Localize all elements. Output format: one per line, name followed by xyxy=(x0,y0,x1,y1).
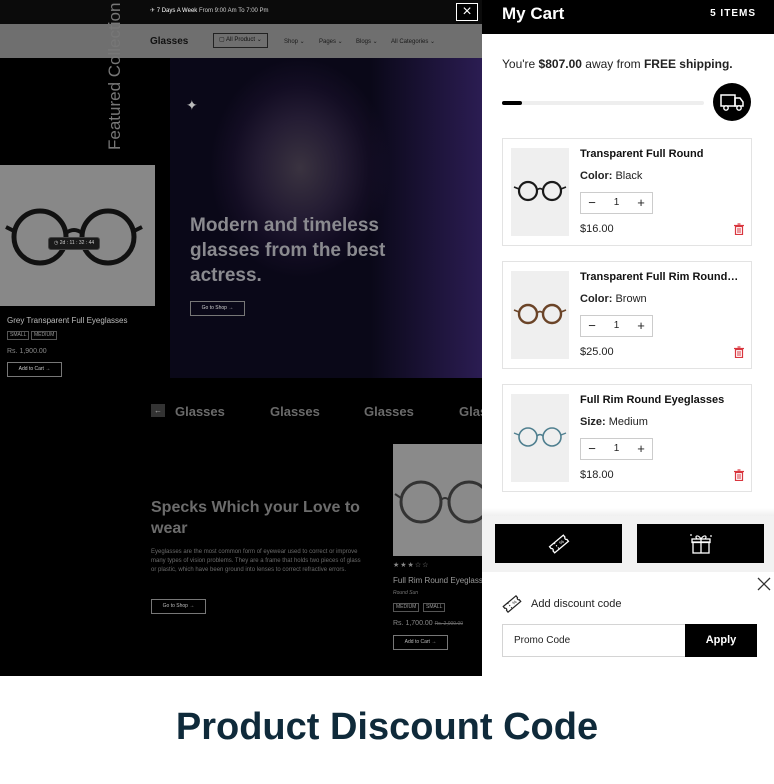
featured-product-image[interactable]: ◷ 2d : 11 : 32 : 44 xyxy=(0,165,155,306)
quantity-stepper: − 1 + xyxy=(580,192,653,214)
nav-pages[interactable]: Pages ⌄ xyxy=(319,38,343,45)
brand-logo: Glasses xyxy=(364,404,414,419)
brand-logo: Glas xyxy=(459,404,482,419)
featured-collection-heading: Featured Collection xyxy=(105,2,124,150)
hero-shop-button[interactable]: Go to Shop → xyxy=(190,301,245,316)
sparkle-icon: ✦ xyxy=(186,97,198,113)
announcement-text: ✈ 7 Days A Week From 9:00 Am To 7:00 Pm xyxy=(150,8,269,14)
glasses-icon xyxy=(394,480,482,524)
add-to-cart-button[interactable]: Add to Cart → xyxy=(7,362,62,377)
trash-icon[interactable] xyxy=(733,346,745,358)
specks-description: Eyeglasses are the most common form of e… xyxy=(151,549,361,573)
countdown-timer: ◷ 2d : 11 : 32 : 44 xyxy=(48,237,101,250)
specks-heading: Specks Which your Love to wear xyxy=(151,499,360,537)
discount-code-button[interactable]: % xyxy=(495,524,622,563)
decrease-quantity-button[interactable]: − xyxy=(581,193,603,213)
quantity-stepper: − 1 + xyxy=(580,438,653,460)
featured-product-price: Rs. 1,900.00 xyxy=(7,348,47,355)
quantity-value[interactable]: 1 xyxy=(603,439,630,459)
brand-logo: Glasses xyxy=(175,404,225,419)
close-icon[interactable] xyxy=(756,576,772,592)
hero-banner: Modern and timeless glasses from the bes… xyxy=(170,58,482,378)
cart-item: Transparent Full Rim Round Eyeglasses Co… xyxy=(502,261,752,369)
quantity-stepper: − 1 + xyxy=(580,315,653,337)
cart-item-price: $16.00 xyxy=(580,223,614,235)
cart-item: Full Rim Round Eyeglasses Size: Medium −… xyxy=(502,384,752,492)
brand-logo: Glasses xyxy=(270,404,320,419)
size-tag[interactable]: SMALL xyxy=(423,603,446,612)
increase-quantity-button[interactable]: + xyxy=(630,439,652,459)
store-logo[interactable]: Glasses xyxy=(150,36,188,47)
product-thumbnail[interactable] xyxy=(511,148,569,236)
coupon-icon: % xyxy=(548,533,569,554)
decrease-quantity-button[interactable]: − xyxy=(581,316,603,336)
quantity-value[interactable]: 1 xyxy=(603,316,630,336)
product-subtitle: Round Sun xyxy=(393,590,419,596)
free-shipping-message: You're $807.00 away from FREE shipping. xyxy=(502,57,733,71)
discount-code-panel: % Add discount code Apply xyxy=(482,572,774,676)
glasses-icon xyxy=(5,208,143,266)
cart-item-count: 5 ITEMS xyxy=(710,8,756,19)
featured-product-name[interactable]: Grey Transparent Full Eyeglasses xyxy=(7,316,128,325)
increase-quantity-button[interactable]: + xyxy=(630,316,652,336)
coupon-icon: % xyxy=(502,594,522,614)
close-icon[interactable]: × xyxy=(456,3,478,21)
product-name[interactable]: Full Rim Round Eyeglasses xyxy=(393,576,482,585)
cart-action-row: % xyxy=(482,516,774,572)
glasses-icon xyxy=(513,427,567,447)
cart-header: My Cart 5 ITEMS xyxy=(482,0,774,34)
increase-quantity-button[interactable]: + xyxy=(630,193,652,213)
product-price: Rs. 1,700.00 Rs. 2,000.00 xyxy=(393,620,464,627)
add-to-cart-button[interactable]: Add to Cart → xyxy=(393,635,448,650)
apply-button[interactable]: Apply xyxy=(685,624,757,657)
cart-item-name[interactable]: Transparent Full Round xyxy=(580,148,740,160)
product-image[interactable] xyxy=(393,444,482,556)
cart-item-name[interactable]: Transparent Full Rim Round Eyeglasses xyxy=(580,271,740,283)
cart-item-variant: Color: Black xyxy=(580,170,643,182)
glasses-icon xyxy=(513,303,567,325)
discount-code-label: Add discount code xyxy=(531,598,622,610)
shipping-progress-bar xyxy=(502,101,704,105)
product-thumbnail[interactable] xyxy=(511,394,569,482)
promo-code-input[interactable] xyxy=(502,624,686,657)
size-tag[interactable]: MEDIUM xyxy=(31,331,58,340)
nav-blogs[interactable]: Blogs ⌄ xyxy=(356,38,378,45)
nav-shop[interactable]: Shop ⌄ xyxy=(284,38,305,45)
shipping-progress-fill xyxy=(502,101,523,105)
cart-item-price: $18.00 xyxy=(580,469,614,481)
arrow-left-icon[interactable]: ← xyxy=(151,404,165,417)
decrease-quantity-button[interactable]: − xyxy=(581,439,603,459)
trash-icon[interactable] xyxy=(733,223,745,235)
size-tag[interactable]: SMALL xyxy=(7,331,30,340)
truck-icon xyxy=(713,83,751,121)
specks-shop-button[interactable]: Go to Shop → xyxy=(151,599,206,614)
trash-icon[interactable] xyxy=(733,469,745,481)
cart-drawer: My Cart 5 ITEMS You're $807.00 away from… xyxy=(482,0,774,676)
size-tag[interactable]: MEDIUM xyxy=(393,603,420,612)
cart-item-variant: Size: Medium xyxy=(580,416,648,428)
cart-item-variant: Color: Brown xyxy=(580,293,647,305)
product-thumbnail[interactable] xyxy=(511,271,569,359)
svg-text:%: % xyxy=(558,538,566,546)
hero-title: Modern and timeless glasses from the bes… xyxy=(190,215,386,286)
announcement-bar: ✈ 7 Days A Week From 9:00 Am To 7:00 Pm xyxy=(0,0,482,24)
rating-stars: ★★★☆☆ xyxy=(393,562,430,569)
gift-wrap-button[interactable] xyxy=(637,524,764,563)
cart-item-name[interactable]: Full Rim Round Eyeglasses xyxy=(580,394,740,406)
cart-title: My Cart xyxy=(502,4,565,23)
quantity-value[interactable]: 1 xyxy=(603,193,630,213)
store-navbar: Glasses ▢ All Product ⌄ Shop ⌄ Pages ⌄ B… xyxy=(0,24,482,58)
all-product-dropdown[interactable]: ▢ All Product ⌄ xyxy=(213,33,268,48)
cart-item: Transparent Full Round Color: Black − 1 … xyxy=(502,138,752,246)
storefront-background: ✈ 7 Days A Week From 9:00 Am To 7:00 Pm … xyxy=(0,0,482,676)
page-caption: Product Discount Code xyxy=(175,706,599,748)
cart-item-price: $25.00 xyxy=(580,346,614,358)
nav-all-categories[interactable]: All Categories ⌄ xyxy=(391,38,435,45)
glasses-icon xyxy=(513,180,567,202)
gift-icon xyxy=(689,533,712,554)
